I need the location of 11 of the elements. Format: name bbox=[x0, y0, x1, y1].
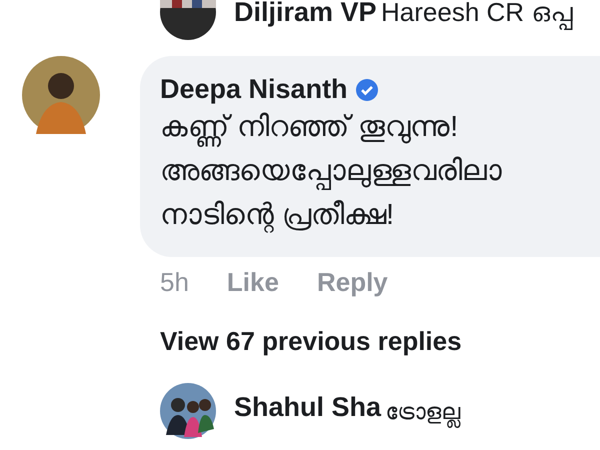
avatar[interactable] bbox=[22, 56, 100, 134]
comment-text: കണ്ണ് നിറഞ്ഞ് തൂവുന്നു! bbox=[160, 105, 600, 149]
avatar[interactable] bbox=[160, 383, 216, 439]
comment-text: അങ്ങയെപ്പോലുള്ളവരിലാ bbox=[160, 149, 600, 193]
view-replies-link[interactable]: View 67 previous replies bbox=[160, 326, 462, 357]
comment-text: നാടിന്റെ പ്രതീക്ഷ! bbox=[160, 198, 396, 235]
author-name[interactable]: Diljiram VP bbox=[234, 0, 377, 26]
author-name[interactable]: Deepa Nisanth bbox=[160, 74, 348, 105]
author-name[interactable]: Shahul Sha bbox=[234, 392, 382, 422]
avatar[interactable] bbox=[160, 0, 216, 40]
comment-text: ട്രോളല്ല bbox=[385, 394, 460, 430]
